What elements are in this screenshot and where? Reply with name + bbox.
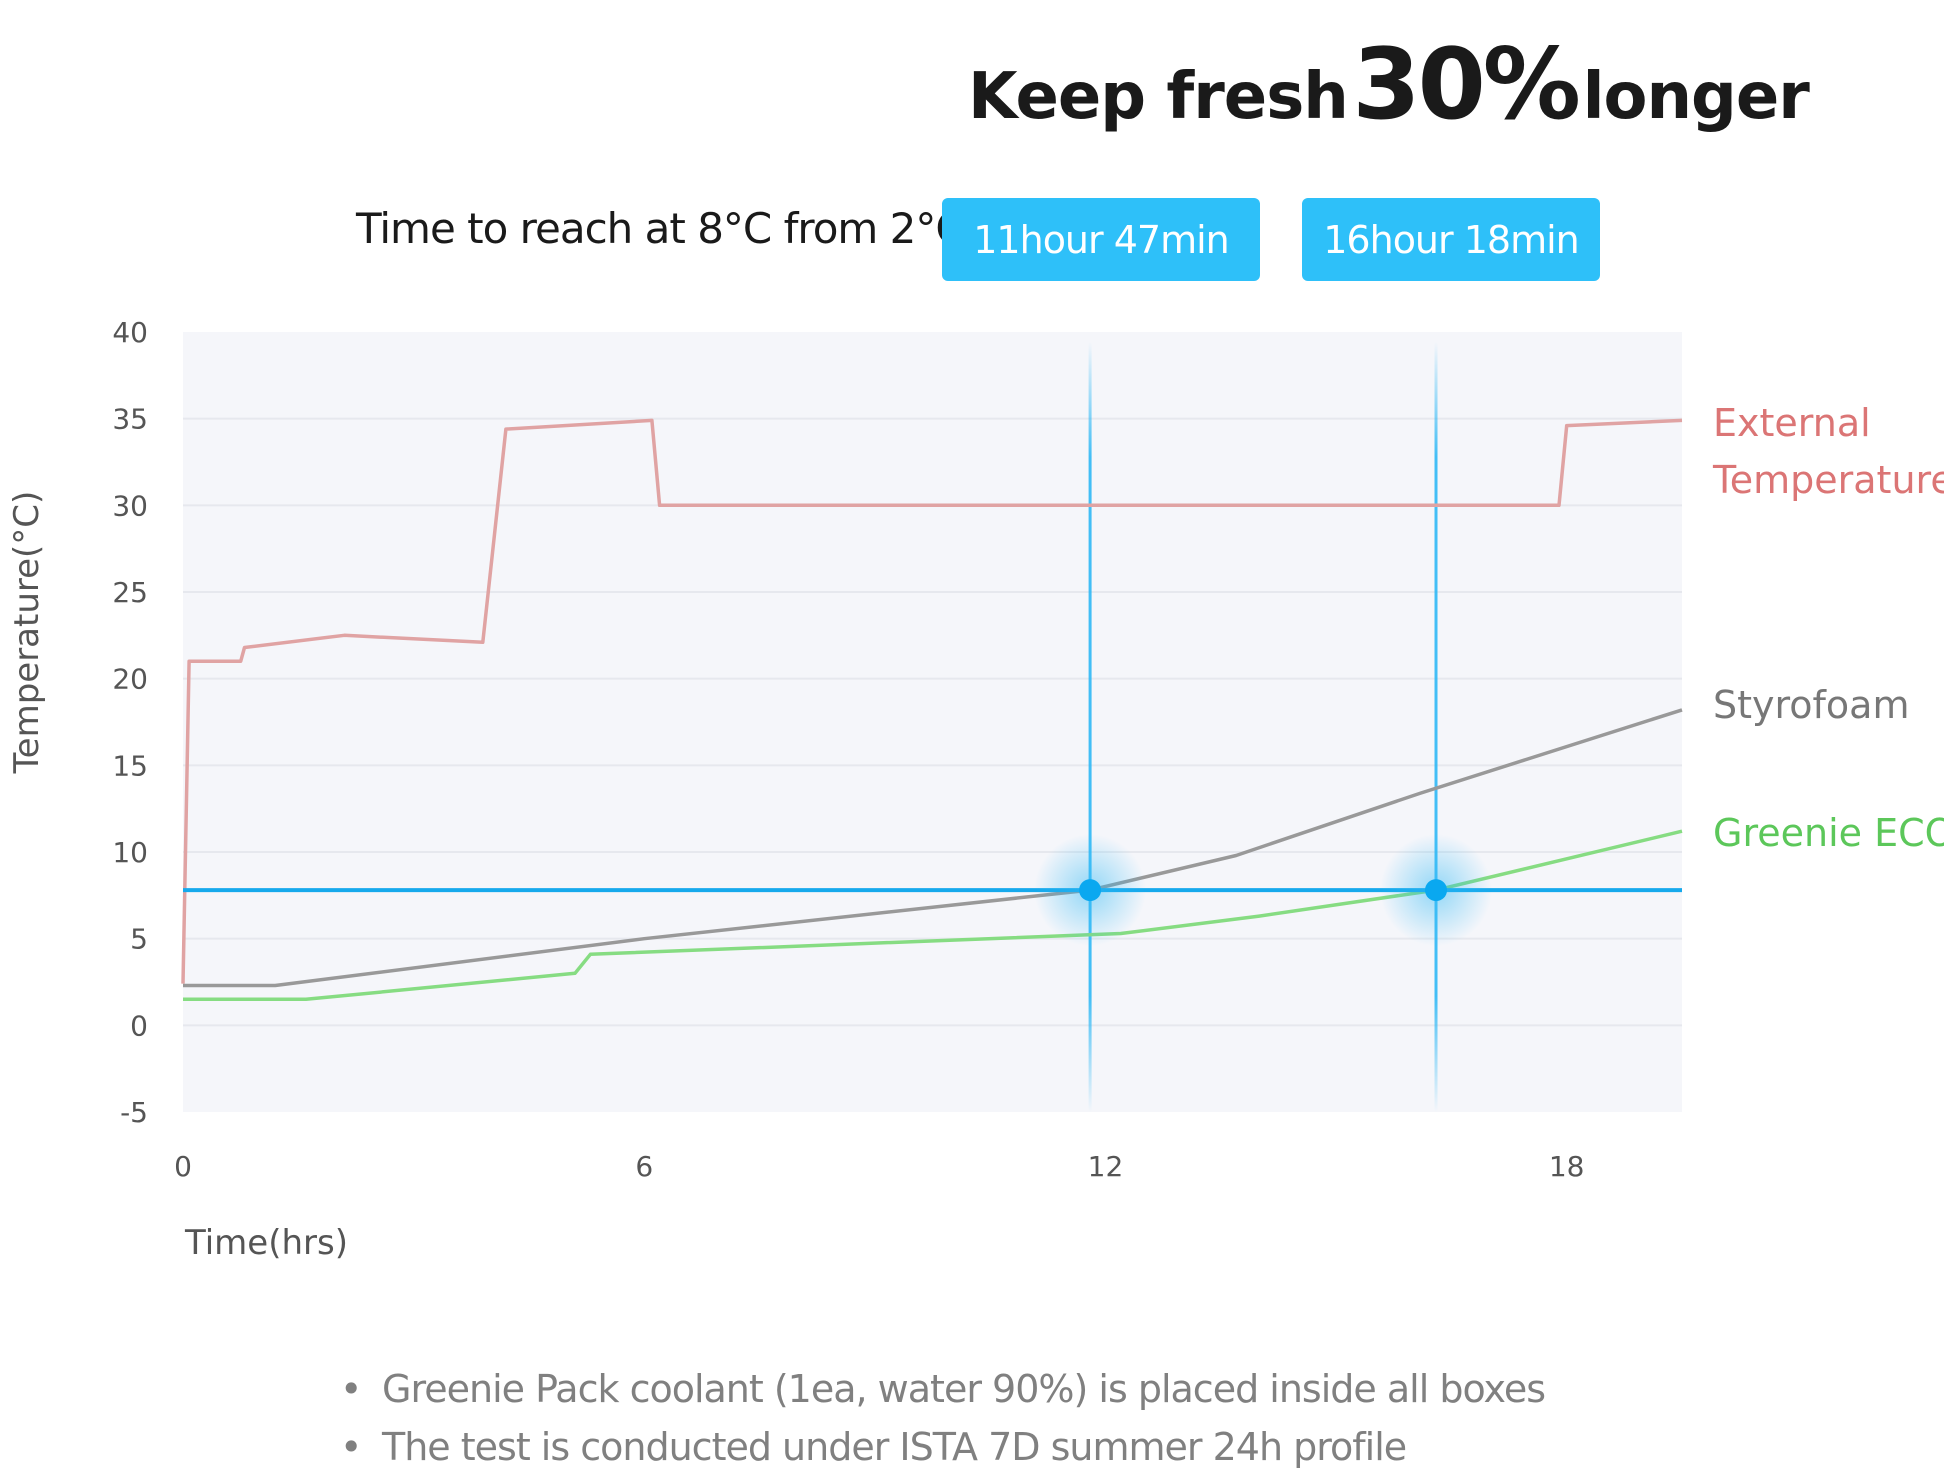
y-tick-label: 0 (130, 1009, 148, 1042)
temperature-chart: 40 35 30 25 20 15 10 5 0 -5 0 6 12 18 Time(hrs) Tempera… (7, 316, 1944, 1263)
series-label-external: External Temperature (1712, 401, 1944, 502)
series-label-line: Temperature (1712, 458, 1944, 502)
y-tick-label: 30 (112, 489, 148, 522)
headline-suffix: longer (1582, 60, 1810, 134)
x-tick-label: 6 (635, 1150, 653, 1183)
x-tick-label: 12 (1088, 1150, 1124, 1183)
plot-background (183, 332, 1682, 1112)
y-tick-label: 25 (112, 576, 148, 609)
x-tick-label: 0 (174, 1150, 192, 1183)
y-tick-label: 5 (130, 923, 148, 956)
marker-point (1425, 879, 1448, 902)
note-item: • The test is conducted under ISTA 7D sum… (340, 1425, 1407, 1469)
series-label-greenie: Greenie ECO (1713, 811, 1944, 855)
note-item: • Greenie Pack coolant (1ea, water 90%) i… (340, 1367, 1546, 1411)
notes-list: • Greenie Pack coolant (1ea, water 90%) i… (340, 1360, 1546, 1476)
y-tick-label: 15 (112, 749, 148, 782)
x-axis-label: Time(hrs) (184, 1223, 348, 1263)
y-tick-label: 35 (112, 403, 148, 436)
marker-vertical-line (1088, 342, 1092, 1112)
headline-highlight: 30% (1352, 28, 1581, 142)
badge-greenie-time: 16hour 18min (1302, 198, 1600, 281)
y-axis-label: Temperature(°C) (7, 491, 47, 775)
headline: Keep fresh 30% longer (968, 28, 1810, 142)
y-tick-label: 40 (112, 316, 148, 349)
marker-point (1079, 879, 1102, 902)
note-text: The test is conducted under ISTA 7D summ… (382, 1425, 1407, 1469)
y-tick-label: 20 (112, 663, 148, 696)
badge-styrofoam-time: 11hour 47min (942, 198, 1260, 281)
headline-prefix: Keep fresh (968, 60, 1349, 134)
note-text: Greenie Pack coolant (1ea, water 90%) is… (382, 1367, 1546, 1411)
series-label-styrofoam: Styrofoam (1713, 683, 1909, 727)
chart-subtitle: Time to reach at 8°C from 2°C (356, 204, 965, 253)
y-tick-label: -5 (120, 1096, 148, 1129)
y-tick-label: 10 (112, 836, 148, 869)
series-label-line: External (1713, 401, 1871, 445)
x-tick-label: 18 (1549, 1150, 1585, 1183)
marker-vertical-line (1434, 342, 1438, 1112)
